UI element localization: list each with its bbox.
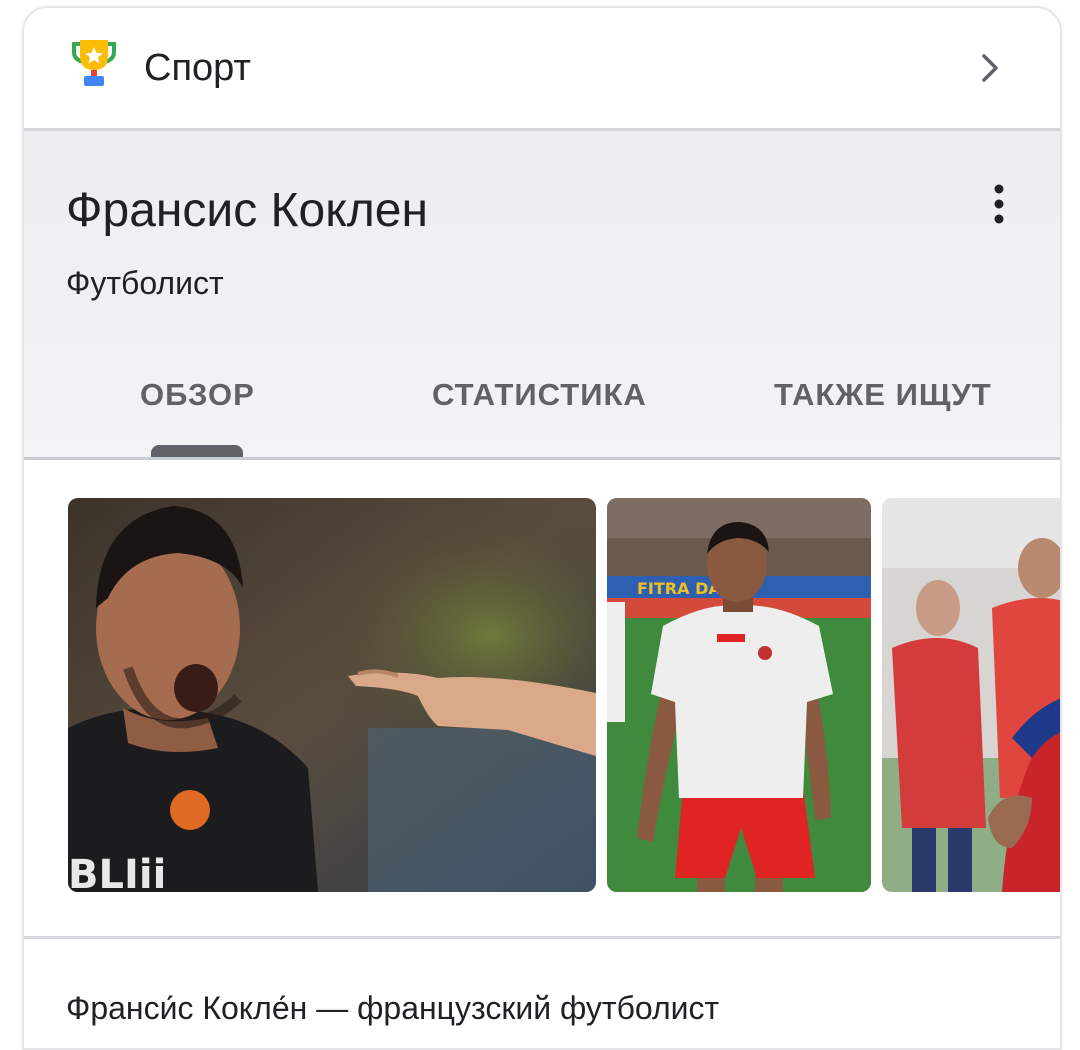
player-photo-2[interactable]: FITRA DADE bbox=[607, 498, 871, 892]
images-divider bbox=[24, 936, 1060, 939]
entity-name: Франсис Коклен bbox=[66, 184, 428, 237]
chevron-right-icon[interactable] bbox=[972, 50, 1008, 86]
tab-statistics[interactable]: СТАТИСТИКА bbox=[432, 375, 647, 415]
tab-also-searched[interactable]: ТАКЖЕ ИЩУТ bbox=[774, 375, 992, 415]
more-vertical-icon[interactable] bbox=[984, 183, 1014, 225]
svg-text:BLIii: BLIii bbox=[68, 852, 166, 892]
player-photo-1[interactable]: BLIii bbox=[68, 498, 596, 892]
sports-card: Спорт Франсис Коклен Футболист ОБЗОР СТА… bbox=[22, 6, 1062, 1050]
sports-header[interactable]: Спорт bbox=[24, 8, 1060, 128]
tab-selected-indicator bbox=[151, 445, 243, 457]
tab-overview[interactable]: ОБЗОР bbox=[140, 375, 255, 415]
header-title: Спорт bbox=[144, 47, 251, 89]
player-photo-3[interactable] bbox=[882, 498, 1060, 892]
trophy-icon bbox=[70, 38, 118, 88]
description-text: Франси́с Кокле́н — французский футболист bbox=[66, 990, 720, 1026]
entity-subtitle: Футболист bbox=[66, 265, 224, 301]
tabs-divider bbox=[24, 457, 1060, 460]
entity-panel: Франсис Коклен Футболист ОБЗОР СТАТИСТИК… bbox=[24, 131, 1060, 457]
